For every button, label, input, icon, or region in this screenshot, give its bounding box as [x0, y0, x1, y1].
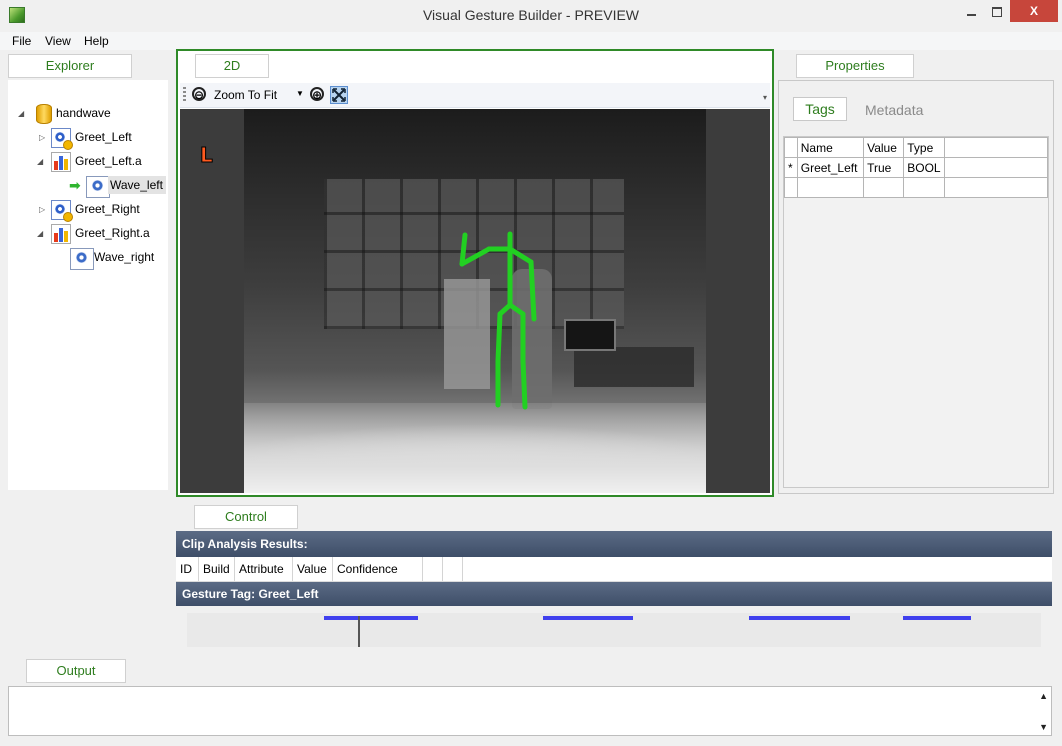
scroll-up-icon[interactable]: ▲	[1039, 691, 1048, 701]
depth-viewport[interactable]: L	[180, 109, 770, 493]
close-icon: X	[1029, 4, 1038, 18]
timeline-segment	[324, 616, 418, 620]
menu-bar: File View Help	[0, 32, 1062, 50]
expand-root-icon[interactable]: ◢	[18, 109, 24, 118]
chevron-down-icon[interactable]: ▼	[296, 89, 304, 98]
minimize-button[interactable]	[958, 0, 984, 22]
tab-2d[interactable]: 2D	[195, 54, 269, 78]
active-clip-arrow-icon: ➡	[69, 177, 81, 193]
menu-view[interactable]: View	[45, 34, 71, 48]
analysis-project-icon	[51, 152, 71, 172]
skeleton-bone	[520, 358, 528, 410]
clip-analysis-header: Clip Analysis Results:	[176, 531, 1052, 557]
expand-greet-left-icon[interactable]: ▷	[39, 133, 45, 142]
fit-to-view-icon[interactable]	[330, 86, 348, 104]
tab-explorer[interactable]: Explorer	[8, 54, 132, 78]
toolbar-overflow-icon[interactable]: ▾	[763, 93, 767, 102]
expand-greet-left-a-icon[interactable]: ◢	[37, 157, 43, 166]
tab-properties[interactable]: Properties	[796, 54, 914, 78]
timeline-segment	[749, 616, 850, 620]
tree-item-greet-left-a[interactable]: Greet_Left.a	[75, 152, 142, 170]
table-row[interactable]: * Greet_Left True BOOL	[784, 157, 1049, 178]
clip-icon	[86, 176, 110, 198]
properties-panel: Tags Metadata Name Value Type * Greet_Le…	[778, 80, 1054, 494]
subtab-metadata[interactable]: Metadata	[865, 102, 923, 118]
column-header-confidence[interactable]: Confidence	[333, 557, 423, 581]
menu-help[interactable]: Help	[84, 34, 109, 48]
row-header-cell	[784, 137, 798, 158]
skeleton-overlay	[459, 231, 537, 410]
gesture-icon	[51, 128, 73, 150]
skeleton-bone	[528, 259, 537, 322]
cell-value[interactable]: True	[863, 157, 905, 178]
maximize-button[interactable]	[984, 0, 1010, 22]
column-header-value[interactable]: Value	[293, 557, 333, 581]
output-log[interactable]: ▲ ▼	[8, 686, 1052, 736]
subtab-tags[interactable]: Tags	[793, 97, 847, 121]
scroll-down-icon[interactable]: ▼	[1039, 722, 1048, 732]
view-2d-panel: 2D ⊖ Zoom To Fit ▼ ⊕ ▾ L	[176, 49, 774, 497]
clip-icon	[70, 248, 94, 270]
zoom-out-icon[interactable]: ⊖	[192, 87, 206, 102]
column-header-type[interactable]: Type	[903, 137, 945, 158]
tree-item-greet-left[interactable]: Greet_Left	[75, 128, 132, 146]
row-marker: *	[784, 157, 798, 178]
timeline-playhead[interactable]	[358, 616, 360, 647]
table-header-row: Name Value Type	[784, 137, 1049, 158]
view-2d-toolbar: ⊖ Zoom To Fit ▼ ⊕ ▾	[180, 83, 770, 108]
column-header-value[interactable]: Value	[863, 137, 905, 158]
column-header-build[interactable]: Build	[199, 557, 235, 581]
clip-analysis-label: Clip Analysis Results:	[182, 537, 308, 551]
timeline-segment	[903, 616, 971, 620]
table-new-row[interactable]	[784, 177, 1049, 198]
close-button[interactable]: X	[1010, 0, 1058, 22]
analysis-project-icon	[51, 224, 71, 244]
expand-greet-right-icon[interactable]: ▷	[39, 205, 45, 214]
minimize-icon	[966, 13, 976, 16]
skeleton-bone	[495, 311, 503, 364]
zoom-dropdown[interactable]: Zoom To Fit	[214, 87, 300, 103]
tree-item-greet-right-a[interactable]: Greet_Right.a	[75, 224, 150, 242]
explorer-panel: ◢ handwave ▷ Greet_Left ◢ Greet_Left.a ➡…	[8, 80, 168, 490]
tree-item-greet-right[interactable]: Greet_Right	[75, 200, 140, 218]
tree-item-wave-right[interactable]: Wave_right	[94, 248, 154, 266]
tags-table: Name Value Type * Greet_Left True BOOL	[784, 137, 1049, 198]
tab-output[interactable]: Output	[26, 659, 126, 683]
gesture-tag-header: Gesture Tag: Greet_Left	[176, 582, 1052, 606]
menu-file[interactable]: File	[12, 34, 31, 48]
cell-name[interactable]: Greet_Left	[796, 157, 865, 178]
maximize-icon	[992, 6, 1002, 17]
zoom-in-icon[interactable]: ⊕	[310, 87, 324, 102]
tab-control[interactable]: Control	[194, 505, 298, 529]
gesture-tag-label: Gesture Tag: Greet_Left	[182, 587, 319, 601]
toolbar-grip[interactable]	[183, 87, 186, 103]
timeline-segment	[543, 616, 633, 620]
skeleton-bone	[459, 232, 468, 267]
skeleton-bone	[459, 246, 492, 267]
column-header-attribute[interactable]: Attribute	[235, 557, 293, 581]
cell-type[interactable]: BOOL	[903, 157, 945, 178]
window-title: Visual Gesture Builder - PREVIEW	[422, 7, 640, 23]
tags-grid-area: Name Value Type * Greet_Left True BOOL	[783, 136, 1049, 488]
expand-greet-right-a-icon[interactable]: ◢	[37, 229, 43, 238]
tree-item-wave-left[interactable]: Wave_left	[108, 176, 166, 194]
column-header-id[interactable]: ID	[176, 557, 199, 581]
database-icon	[36, 104, 52, 124]
tree-root-handwave[interactable]: handwave	[56, 104, 111, 122]
gesture-timeline[interactable]	[187, 613, 1041, 647]
title-bar: Visual Gesture Builder - PREVIEW X	[0, 0, 1062, 32]
skeleton-bone	[507, 246, 534, 265]
column-header-name[interactable]: Name	[796, 137, 865, 158]
results-column-header: ID Build Attribute Value Confidence	[176, 557, 1052, 582]
gesture-icon	[51, 200, 73, 222]
